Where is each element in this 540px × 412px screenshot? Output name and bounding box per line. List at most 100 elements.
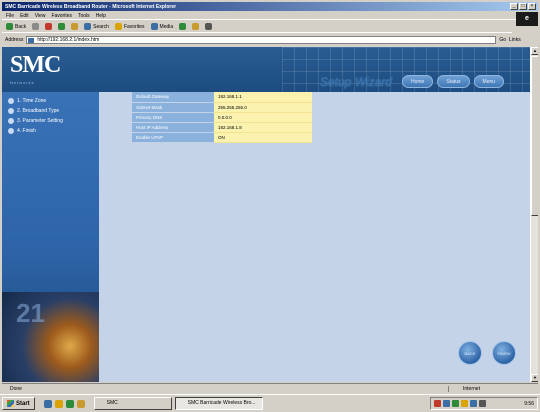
toolbar-button[interactable] xyxy=(205,23,213,30)
scroll-up-arrow-icon[interactable]: ▲ xyxy=(531,47,538,55)
menu-favorites[interactable]: Favorites xyxy=(51,13,72,19)
toolbar-button[interactable]: Back xyxy=(6,23,26,30)
minimize-button[interactable]: _ xyxy=(510,3,518,10)
tray-icon[interactable] xyxy=(434,400,441,407)
menu-file[interactable]: File xyxy=(6,13,14,19)
sidebar-item-label: 3. Parameter Setting xyxy=(17,118,63,124)
tab-menu[interactable]: Menu xyxy=(473,75,505,88)
scroll-down-arrow-icon[interactable]: ▼ xyxy=(531,374,538,382)
clock: 9:56 xyxy=(524,400,534,407)
scroll-thumb[interactable] xyxy=(531,56,538,216)
decorative-number: 21 xyxy=(16,298,45,328)
page-icon xyxy=(28,37,35,43)
row-label: Default Gateway xyxy=(132,92,214,103)
quick-launch xyxy=(38,399,91,408)
history-icon xyxy=(179,23,187,30)
browser-window: SMC Barricade Wireless Broadband Router … xyxy=(0,0,540,412)
menu-view[interactable]: View xyxy=(35,13,46,19)
address-url: http://192.168.2.1/index.htm xyxy=(37,36,100,43)
sidebar-item-parameter-setting[interactable]: 3. Parameter Setting xyxy=(2,116,99,126)
row-value: 0.0.0.0 xyxy=(214,112,312,123)
sidebar-item-label: 1. Time Zone xyxy=(17,98,47,104)
smc-tagline: Networks xyxy=(10,80,35,85)
toolbar-button-label: Media xyxy=(159,23,174,30)
security-zone: Internet xyxy=(448,385,538,392)
toolbar-button[interactable] xyxy=(179,23,187,30)
folder-icon[interactable] xyxy=(76,399,85,408)
menu-edit[interactable]: Edit xyxy=(20,13,29,19)
title-bar[interactable]: SMC Barricade Wireless Broadband Router … xyxy=(2,2,538,11)
row-value: 192.168.1.8 xyxy=(214,122,312,133)
toolbar-button[interactable]: Favorites xyxy=(114,23,145,30)
tray-icon[interactable] xyxy=(452,400,459,407)
search-icon xyxy=(84,23,92,30)
address-input[interactable]: http://192.168.2.1/index.htm xyxy=(26,35,497,44)
ie-icon[interactable] xyxy=(43,399,52,408)
tab-home[interactable]: Home xyxy=(402,75,434,88)
step-bullet-icon xyxy=(8,98,14,104)
mail-icon xyxy=(192,23,200,30)
toolbar-button[interactable] xyxy=(45,23,53,30)
outlook-icon[interactable] xyxy=(54,399,63,408)
tab-status[interactable]: Status xyxy=(437,75,470,88)
sidebar-item-broadband-type[interactable]: 2. Broadband Type xyxy=(2,106,99,116)
back-arrow-icon xyxy=(6,23,13,30)
page-content: SMC Networks Setup Wizard Home Status Me… xyxy=(2,47,538,382)
tray-icon[interactable] xyxy=(470,400,477,407)
go-button[interactable]: Go xyxy=(499,37,506,43)
start-button[interactable]: Start xyxy=(2,397,35,410)
toolbar-button[interactable] xyxy=(192,23,200,30)
tray-icon[interactable] xyxy=(443,400,450,407)
toolbar-button[interactable]: Search xyxy=(84,23,109,30)
brand-header: SMC Networks Setup Wizard Home Status Me… xyxy=(2,47,538,92)
row-label: Enable UPnP xyxy=(132,132,214,143)
toolbar-button[interactable] xyxy=(71,23,79,30)
address-label: Address xyxy=(5,36,24,43)
toolbar-button[interactable]: Media xyxy=(150,23,174,30)
step-bullet-icon xyxy=(8,108,14,114)
back-button[interactable]: BACK xyxy=(458,341,482,365)
page-title: Setup Wizard xyxy=(320,75,392,89)
standard-toolbar: Back Search Favorites Media xyxy=(2,21,512,33)
sidebar-item-label: 2. Broadband Type xyxy=(17,108,60,114)
tray-icon[interactable] xyxy=(479,400,486,407)
vertical-scrollbar[interactable]: ▲ ▼ xyxy=(530,47,538,382)
media-icon xyxy=(150,23,158,30)
close-button[interactable]: × xyxy=(528,3,536,10)
status-bar: Done Internet xyxy=(2,383,538,393)
favorites-icon xyxy=(114,23,122,30)
sidebar-item-finish[interactable]: 4. Finish xyxy=(2,126,99,136)
toolbar-button[interactable] xyxy=(58,23,66,30)
finish-button[interactable]: FINISH xyxy=(492,341,516,365)
toolbar-button[interactable] xyxy=(32,23,40,30)
windows-flag-icon xyxy=(7,400,14,407)
maximize-button[interactable]: □ xyxy=(519,3,527,10)
table-row: Host IP Address 192.168.1.8 xyxy=(132,122,312,133)
header-nav: Home Status Menu xyxy=(402,75,505,88)
taskbar-button-smc[interactable]: SMC xyxy=(93,397,172,410)
taskbar-button-browser[interactable]: SMC Barricade Wireless Bro... xyxy=(174,397,263,410)
row-label: Primary DNS xyxy=(132,112,214,123)
tray-icon[interactable] xyxy=(461,400,468,407)
step-bullet-icon xyxy=(8,118,14,124)
sidebar-item-label: 4. Finish xyxy=(17,128,36,134)
toolbar-button-label: Favorites xyxy=(123,23,145,30)
menu-bar: File Edit View Favorites Tools Help xyxy=(2,12,538,20)
status-text: Done xyxy=(10,385,22,392)
table-row: Enable UPnP ON xyxy=(132,132,312,143)
row-label: Subnet Mask xyxy=(132,102,214,113)
home-icon xyxy=(71,23,79,30)
menu-tools[interactable]: Tools xyxy=(78,13,90,19)
table-row: Subnet Mask 255.255.255.0 xyxy=(132,102,312,113)
desktop-icon[interactable] xyxy=(65,399,74,408)
table-row: Primary DNS 0.0.0.0 xyxy=(132,112,312,123)
wizard-sidebar: 1. Time Zone 2. Broadband Type 3. Parame… xyxy=(2,92,99,382)
menu-help[interactable]: Help xyxy=(96,13,106,19)
ie-throbber-logo: e xyxy=(516,12,538,26)
smc-logo: SMC xyxy=(10,52,61,78)
address-bar: Address http://192.168.2.1/index.htm Go … xyxy=(2,34,538,45)
start-label: Start xyxy=(16,400,30,407)
sidebar-item-time-zone[interactable]: 1. Time Zone xyxy=(2,96,99,106)
links-button[interactable]: Links xyxy=(509,37,521,43)
row-value: 192.168.1.1 xyxy=(214,92,312,103)
